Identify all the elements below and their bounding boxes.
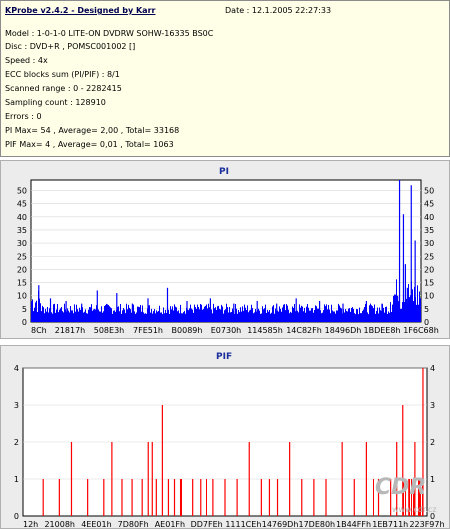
speed-line: Speed : 4x — [5, 56, 48, 65]
plot-area — [30, 179, 422, 323]
y-tick-label-left: 0 — [14, 512, 19, 521]
x-tick-label: 14769Dh — [262, 520, 299, 528]
x-tick-label: B0089h — [172, 326, 203, 335]
y-tick-label-right: 1 — [430, 475, 435, 484]
x-tick-label: E0730h — [211, 326, 241, 335]
ecc-line: ECC blocks sum (PI/PIF) : 8/1 — [5, 70, 120, 79]
range-line: Scanned range : 0 - 2282415 — [5, 84, 122, 93]
y-tick-label-right: 50 — [424, 187, 434, 196]
y-tick-label-right: 30 — [424, 239, 434, 248]
y-tick-label-right: 25 — [424, 252, 434, 261]
x-tick-label: 508E3h — [94, 326, 124, 335]
y-tick-label-right: 20 — [424, 265, 434, 274]
x-tick-label: 223F97h — [409, 520, 444, 528]
x-tick-label: 1B44FFh — [336, 520, 371, 528]
info-panel: KProbe v2.4.2 - Designed by Karr Date : … — [0, 0, 450, 157]
sampling-line: Sampling count : 128910 — [5, 98, 106, 107]
pi-chart-panel: PI 0 0 5 5 10 10 15 15 20 20 25 25 30 30 35 35 40 40 45 45 5… — [0, 160, 450, 339]
y-tick-label-right: 40 — [424, 213, 434, 222]
y-tick-label-left: 0 — [22, 318, 27, 327]
x-tick-label: 17DE80h — [298, 520, 335, 528]
x-tick-label: 21008h — [44, 520, 75, 528]
y-tick-label-right: 35 — [424, 226, 434, 235]
y-tick-label-left: 5 — [22, 305, 27, 314]
y-tick-label-left: 40 — [17, 213, 27, 222]
y-tick-label-left: 45 — [17, 200, 27, 209]
y-tick-label-left: 2 — [14, 438, 19, 447]
y-tick-label-left: 1 — [14, 475, 19, 484]
y-tick-label-right: 15 — [424, 279, 434, 288]
y-tick-label-left: 3 — [14, 401, 19, 410]
y-tick-label-left: 4 — [14, 364, 19, 373]
y-tick-label-left: 50 — [17, 187, 27, 196]
watermark-url: www.cdr.cz — [392, 505, 437, 514]
y-tick-label-left: 35 — [17, 226, 27, 235]
y-tick-label-left: 10 — [17, 292, 27, 301]
errors-line: Errors : 0 — [5, 112, 42, 121]
x-tick-label: 14C82Fh — [286, 326, 322, 335]
x-tick-label: 114585h — [247, 326, 283, 335]
x-tick-label: 1BDEE8h — [363, 326, 400, 335]
y-tick-label-right: 10 — [424, 292, 434, 301]
y-tick-label-right: 5 — [424, 305, 429, 314]
x-tick-label: 7D80Fh — [118, 520, 149, 528]
pif-summary-line: PIF Max= 4 , Average= 0,01 , Total= 1063 — [5, 140, 174, 149]
y-tick-label-right: 45 — [424, 200, 434, 209]
x-tick-label: 1EB711h — [372, 520, 408, 528]
y-tick-label-left: 30 — [17, 239, 27, 248]
x-tick-label: 7FE51h — [133, 326, 163, 335]
disc-line: Disc : DVD+R , POMSC001002 [] — [5, 42, 136, 51]
x-tick-label: 1F6C68h — [403, 326, 439, 335]
pi-summary-line: PI Max= 54 , Average= 2,00 , Total= 3316… — [5, 126, 180, 135]
x-tick-label: 1111CEh — [225, 520, 261, 528]
model-line: Model : 1-0-1-0 LITE-ON DVDRW SOHW-16335… — [5, 29, 214, 38]
x-tick-label: DD7FEh — [191, 520, 223, 528]
y-tick-label-left: 25 — [17, 252, 27, 261]
y-tick-label-right: 4 — [430, 364, 435, 373]
app-title: KProbe v2.4.2 - Designed by Karr — [5, 6, 156, 15]
x-tick-label: AE01Fh — [155, 520, 185, 528]
x-tick-label: 18496Dh — [325, 326, 362, 335]
y-tick-label-left: 20 — [17, 265, 27, 274]
x-tick-label: 8Ch — [31, 326, 47, 335]
pi-chart: 0 05 510 1015 1520 2025 2530 3035 3540 4045 4550 50… — [17, 179, 439, 335]
y-tick-label-left: 15 — [17, 279, 27, 288]
watermark-logo: CDR — [375, 475, 427, 500]
y-tick-label-right: 3 — [430, 401, 435, 410]
x-tick-label: 4EE01h — [81, 520, 111, 528]
x-tick-label: 21817h — [55, 326, 86, 335]
scan-date: Date : 12.1.2005 22:27:33 — [225, 6, 332, 15]
y-tick-label-right: 2 — [430, 438, 435, 447]
x-tick-label: 12h — [23, 520, 38, 528]
pif-chart-panel: PIF 0 0 1 1 2 2 3 3 4 4 12h 21008h 4EE01h 7D80Fh AE01F… — [0, 345, 450, 529]
pif-chart: 0 01 12 23 34 412h 21008h 4EE01h 7D80Fh AE01Fh DD7… — [14, 364, 445, 528]
